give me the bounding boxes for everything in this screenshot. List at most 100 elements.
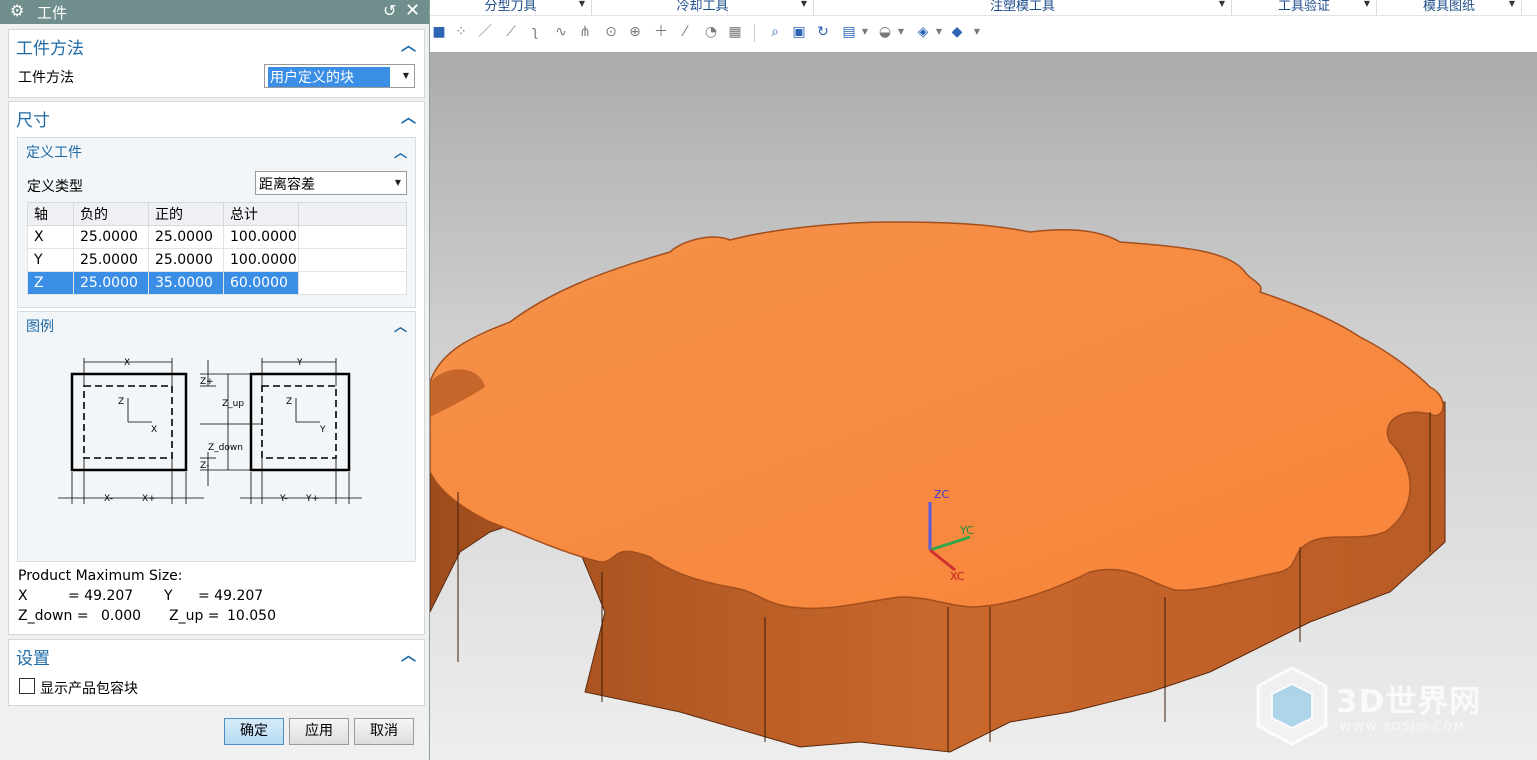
- yc-axis-label: YC: [959, 524, 974, 537]
- show-bounding-box-label[interactable]: 显示产品包容块: [40, 678, 138, 698]
- ribbon-group-tool-validation[interactable]: 工具验证 ▼: [1232, 0, 1377, 15]
- circle-icon[interactable]: ⊙: [602, 22, 620, 42]
- define-type-select[interactable]: 距离容差 ▼: [255, 171, 407, 195]
- legend-label-z-up: Z_up: [222, 399, 244, 409]
- table-cell[interactable]: 35.0000: [148, 271, 224, 295]
- product-size-title: Product Maximum Size:: [18, 568, 183, 584]
- section-header[interactable]: 尺寸: [16, 106, 50, 131]
- table-cell[interactable]: 25.0000: [148, 248, 224, 272]
- rotate-icon[interactable]: ↻: [814, 22, 832, 42]
- spline-icon[interactable]: ∿: [552, 22, 570, 42]
- size-section: 尺寸 ︿ 定义工件 ︿ 定义类型 距离容差 ▼ 轴 负的 正的 总计 X 25.…: [8, 101, 425, 635]
- point-set-icon[interactable]: ⁘: [452, 22, 470, 42]
- part-model[interactable]: ZC YC XC: [430, 52, 1537, 760]
- product-zup-label: Z_up =: [169, 608, 220, 624]
- chevron-down-icon[interactable]: ▼: [968, 22, 986, 42]
- product-zdown-value: 0.000: [101, 608, 142, 624]
- close-icon[interactable]: ✕: [405, 0, 420, 21]
- watermark-url: WWW.3DSJW.COM: [1340, 720, 1466, 733]
- legend-label-z-left: Z: [118, 397, 124, 407]
- chevron-down-icon: ▼: [402, 71, 409, 80]
- chevron-up-icon[interactable]: ︿: [401, 34, 416, 55]
- solid-box-icon[interactable]: ■: [430, 22, 448, 42]
- ribbon-group-label: 冷却工具: [676, 0, 729, 14]
- visibility-icon[interactable]: ◆: [948, 22, 966, 42]
- chevron-down-icon: ▼: [1363, 0, 1370, 8]
- define-workpiece-group: 定义工件 ︿ 定义类型 距离容差 ▼ 轴 负的 正的 总计 X 25.0000 …: [17, 137, 416, 308]
- method-section: 工件方法 ︿ 工件方法 用户定义的块 ▼: [8, 29, 425, 98]
- zc-axis-label: ZC: [934, 488, 950, 501]
- section-header[interactable]: 设置: [16, 644, 50, 669]
- toolbar-separator: [754, 24, 755, 42]
- view-fit-icon[interactable]: ⌕: [766, 22, 784, 42]
- line-icon[interactable]: ／: [476, 22, 494, 42]
- legend-label-y-plus: Y+: [305, 494, 319, 504]
- legend-label-y: Y: [296, 358, 303, 368]
- table-cell[interactable]: 25.0000: [148, 225, 224, 249]
- column-header[interactable]: 轴: [27, 202, 74, 226]
- product-y-label: Y: [164, 588, 173, 604]
- chevron-down-icon: ▼: [800, 0, 807, 8]
- legend-group: 图例 ︿ X Y Z X Z Y Z+ Z_up Z_down Z- X- X+…: [17, 311, 416, 562]
- define-type-label: 定义类型: [27, 179, 83, 195]
- column-header[interactable]: 总计: [223, 202, 299, 226]
- ribbon-group-mold-drawing[interactable]: 模具图纸 ▼: [1377, 0, 1522, 15]
- diagonal-icon[interactable]: ⁄: [676, 22, 694, 42]
- reset-icon[interactable]: ↺: [383, 1, 396, 20]
- ribbon-group-label: 注塑模工具: [989, 0, 1055, 14]
- group-header[interactable]: 图例: [26, 316, 54, 336]
- group-header[interactable]: 定义工件: [26, 142, 82, 162]
- grid-icon[interactable]: ▦: [726, 22, 744, 42]
- ok-button[interactable]: 确定: [224, 718, 284, 745]
- chevron-up-icon[interactable]: ︿: [401, 106, 416, 127]
- target-icon[interactable]: ⊕: [626, 22, 644, 42]
- product-y-value: = 49.207: [198, 588, 264, 604]
- table-cell: 100.0000: [223, 225, 299, 249]
- curve-icon[interactable]: ʅ: [526, 22, 544, 42]
- ribbon-group-label: 模具图纸: [1422, 0, 1475, 14]
- line-tool-icon[interactable]: ⟋: [502, 22, 520, 42]
- table-row[interactable]: Y 25.0000 25.0000 100.0000: [27, 248, 407, 272]
- ribbon-group-cooling-tools[interactable]: 冷却工具 ▼: [592, 0, 814, 15]
- show-bounding-box-checkbox[interactable]: [19, 678, 35, 694]
- legend-diagram: X Y Z X Z Y Z+ Z_up Z_down Z- X- X+ Y- Y…: [58, 358, 362, 504]
- window-icon[interactable]: ▣: [790, 22, 808, 42]
- apply-button[interactable]: 应用: [289, 718, 349, 745]
- branch-icon[interactable]: ⋔: [576, 22, 594, 42]
- table-cell[interactable]: 25.0000: [73, 248, 149, 272]
- ribbon-group-parting-tools[interactable]: 分型刀具 ▼: [430, 0, 592, 15]
- method-select-value: 用户定义的块: [268, 67, 390, 87]
- ribbon-group-label: 工具验证: [1277, 0, 1330, 14]
- dialog-title-bar[interactable]: ⚙ 工件 ↺ ✕: [0, 0, 429, 24]
- chevron-down-icon[interactable]: ▼: [856, 22, 874, 42]
- dialog-title: 工件: [37, 4, 68, 22]
- method-select[interactable]: 用户定义的块 ▼: [264, 64, 415, 88]
- plus-icon[interactable]: ＋: [652, 22, 670, 42]
- table-cell[interactable]: 25.0000: [73, 271, 149, 295]
- chevron-up-icon[interactable]: ︿: [394, 316, 407, 335]
- settings-section: 设置 ︿ 显示产品包容块: [8, 639, 425, 706]
- legend-label-z-right: Z: [286, 397, 292, 407]
- offset-icon[interactable]: ◔: [702, 22, 720, 42]
- chevron-up-icon[interactable]: ︿: [394, 142, 407, 161]
- column-header[interactable]: 负的: [73, 202, 149, 226]
- ribbon-group-injection-tools[interactable]: 注塑模工具 ▼: [814, 0, 1232, 15]
- chevron-down-icon[interactable]: ▼: [930, 22, 948, 42]
- ribbon-group-bar: 分型刀具 ▼ 冷却工具 ▼ 注塑模工具 ▼ 工具验证 ▼ 模具图纸 ▼: [430, 0, 1537, 16]
- legend-label-x-minus: X-: [104, 494, 113, 504]
- table-row[interactable]: X 25.0000 25.0000 100.0000: [27, 225, 407, 249]
- table-cell[interactable]: 25.0000: [73, 225, 149, 249]
- toolbar: ■ ⁘ ／ ⟋ ʅ ∿ ⋔ ⊙ ⊕ ＋ ⁄ ◔ ▦ ⌕ ▣ ↻ ▤ ▼ ◒ ▼ …: [430, 22, 1537, 46]
- graphics-viewport[interactable]: ZC YC XC: [430, 52, 1537, 760]
- section-header[interactable]: 工件方法: [16, 34, 84, 59]
- chevron-down-icon: ▼: [1218, 0, 1225, 8]
- workpiece-dialog: ⚙ 工件 ↺ ✕ 工件方法 ︿ 工件方法 用户定义的块 ▼ 尺寸 ︿ 定义工件 …: [0, 0, 430, 760]
- chevron-up-icon[interactable]: ︿: [401, 644, 416, 665]
- table-cell-empty: [298, 225, 407, 249]
- part-top-face: [430, 221, 1444, 610]
- chevron-down-icon[interactable]: ▼: [892, 22, 910, 42]
- cancel-button[interactable]: 取消: [354, 718, 414, 745]
- table-cell: 100.0000: [223, 248, 299, 272]
- table-row-selected[interactable]: Z 25.0000 35.0000 60.0000: [27, 271, 407, 295]
- column-header[interactable]: 正的: [148, 202, 224, 226]
